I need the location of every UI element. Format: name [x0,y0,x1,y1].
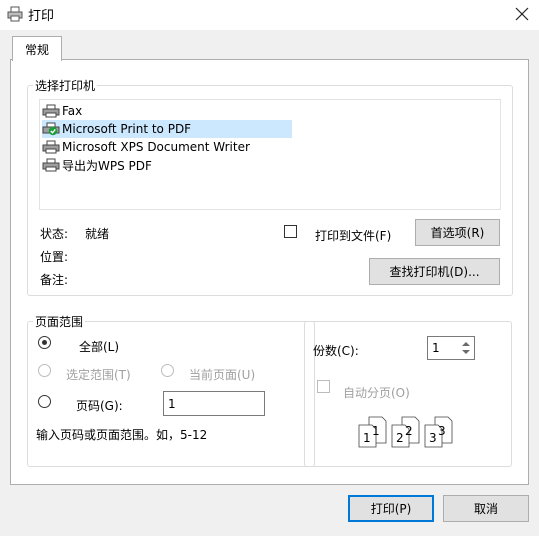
print-to-file-checkbox[interactable] [284,225,297,238]
range-selection-radio[interactable] [38,364,51,377]
printer-icon [42,140,60,154]
printer-item-microsoft-xps-document-writer[interactable]: Microsoft XPS Document Writer [42,138,256,156]
print-to-file-label: 打印到文件(F) [315,229,392,243]
collate-page-2a: 2 [396,431,404,445]
printer-item-export-wps-pdf[interactable]: 导出为WPS PDF [42,156,158,174]
printer-item-fax[interactable]: Fax [42,102,88,120]
range-pages-label: 页码(G): [76,399,123,413]
range-all-radio[interactable] [38,336,51,349]
printer-item-microsoft-print-to-pdf[interactable]: Microsoft Print to PDF [42,120,292,138]
collate-page-1a: 1 [363,431,371,445]
collate-page-2b: 2 [405,424,413,438]
copies-label: 份数(C): [313,344,359,358]
status-value: 就绪 [85,227,110,241]
printer-group-legend: 选择打印机 [33,77,98,94]
printer-name: Microsoft XPS Document Writer [62,140,250,154]
window-title: 打印 [28,9,55,24]
default-printer-check-icon [42,122,60,136]
collate-page-1b: 1 [372,424,380,438]
collate-label: 自动分页(O) [343,386,410,400]
printer-name: Microsoft Print to PDF [62,122,192,136]
title-bar [0,0,539,30]
range-selection-label: 选定范围(T) [66,368,131,382]
collate-page-3a: 3 [429,431,437,445]
close-button[interactable] [505,0,539,28]
copies-spinner[interactable] [458,336,475,360]
pages-input[interactable]: 1 [163,391,265,416]
collate-page-3b: 3 [438,424,446,438]
range-current-page-radio[interactable] [161,364,174,377]
location-label: 位置: [40,250,69,264]
comment-label: 备注: [40,273,69,287]
cancel-button[interactable]: 取消 [443,495,529,522]
copies-input[interactable]: 1 [427,336,459,360]
spinner-arrows-icon [462,342,470,354]
tab-general[interactable]: 常规 [12,36,62,61]
collate-checkbox[interactable] [317,380,330,393]
printer-name: Fax [62,104,83,118]
close-icon [515,7,529,21]
status-label: 状态: [40,227,69,241]
printer-list[interactable]: Fax Microsoft Print to PDF Microsoft XPS… [39,99,501,210]
range-all-label: 全部(L) [79,340,120,354]
find-printer-button[interactable]: 查找打印机(D)... [369,258,500,285]
fax-printer-icon [42,104,60,118]
printer-icon [42,158,60,172]
range-current-page-label: 当前页面(U) [189,368,256,382]
page-range-hint: 输入页码或页面范围。如，5-12 [36,428,208,442]
range-pages-radio[interactable] [38,395,51,408]
print-button[interactable]: 打印(P) [348,495,434,522]
page-range-legend: 页面范围 [33,313,86,330]
printer-name: 导出为WPS PDF [62,158,152,173]
preferences-button[interactable]: 首选项(R) [415,219,500,246]
printer-icon [7,6,23,22]
